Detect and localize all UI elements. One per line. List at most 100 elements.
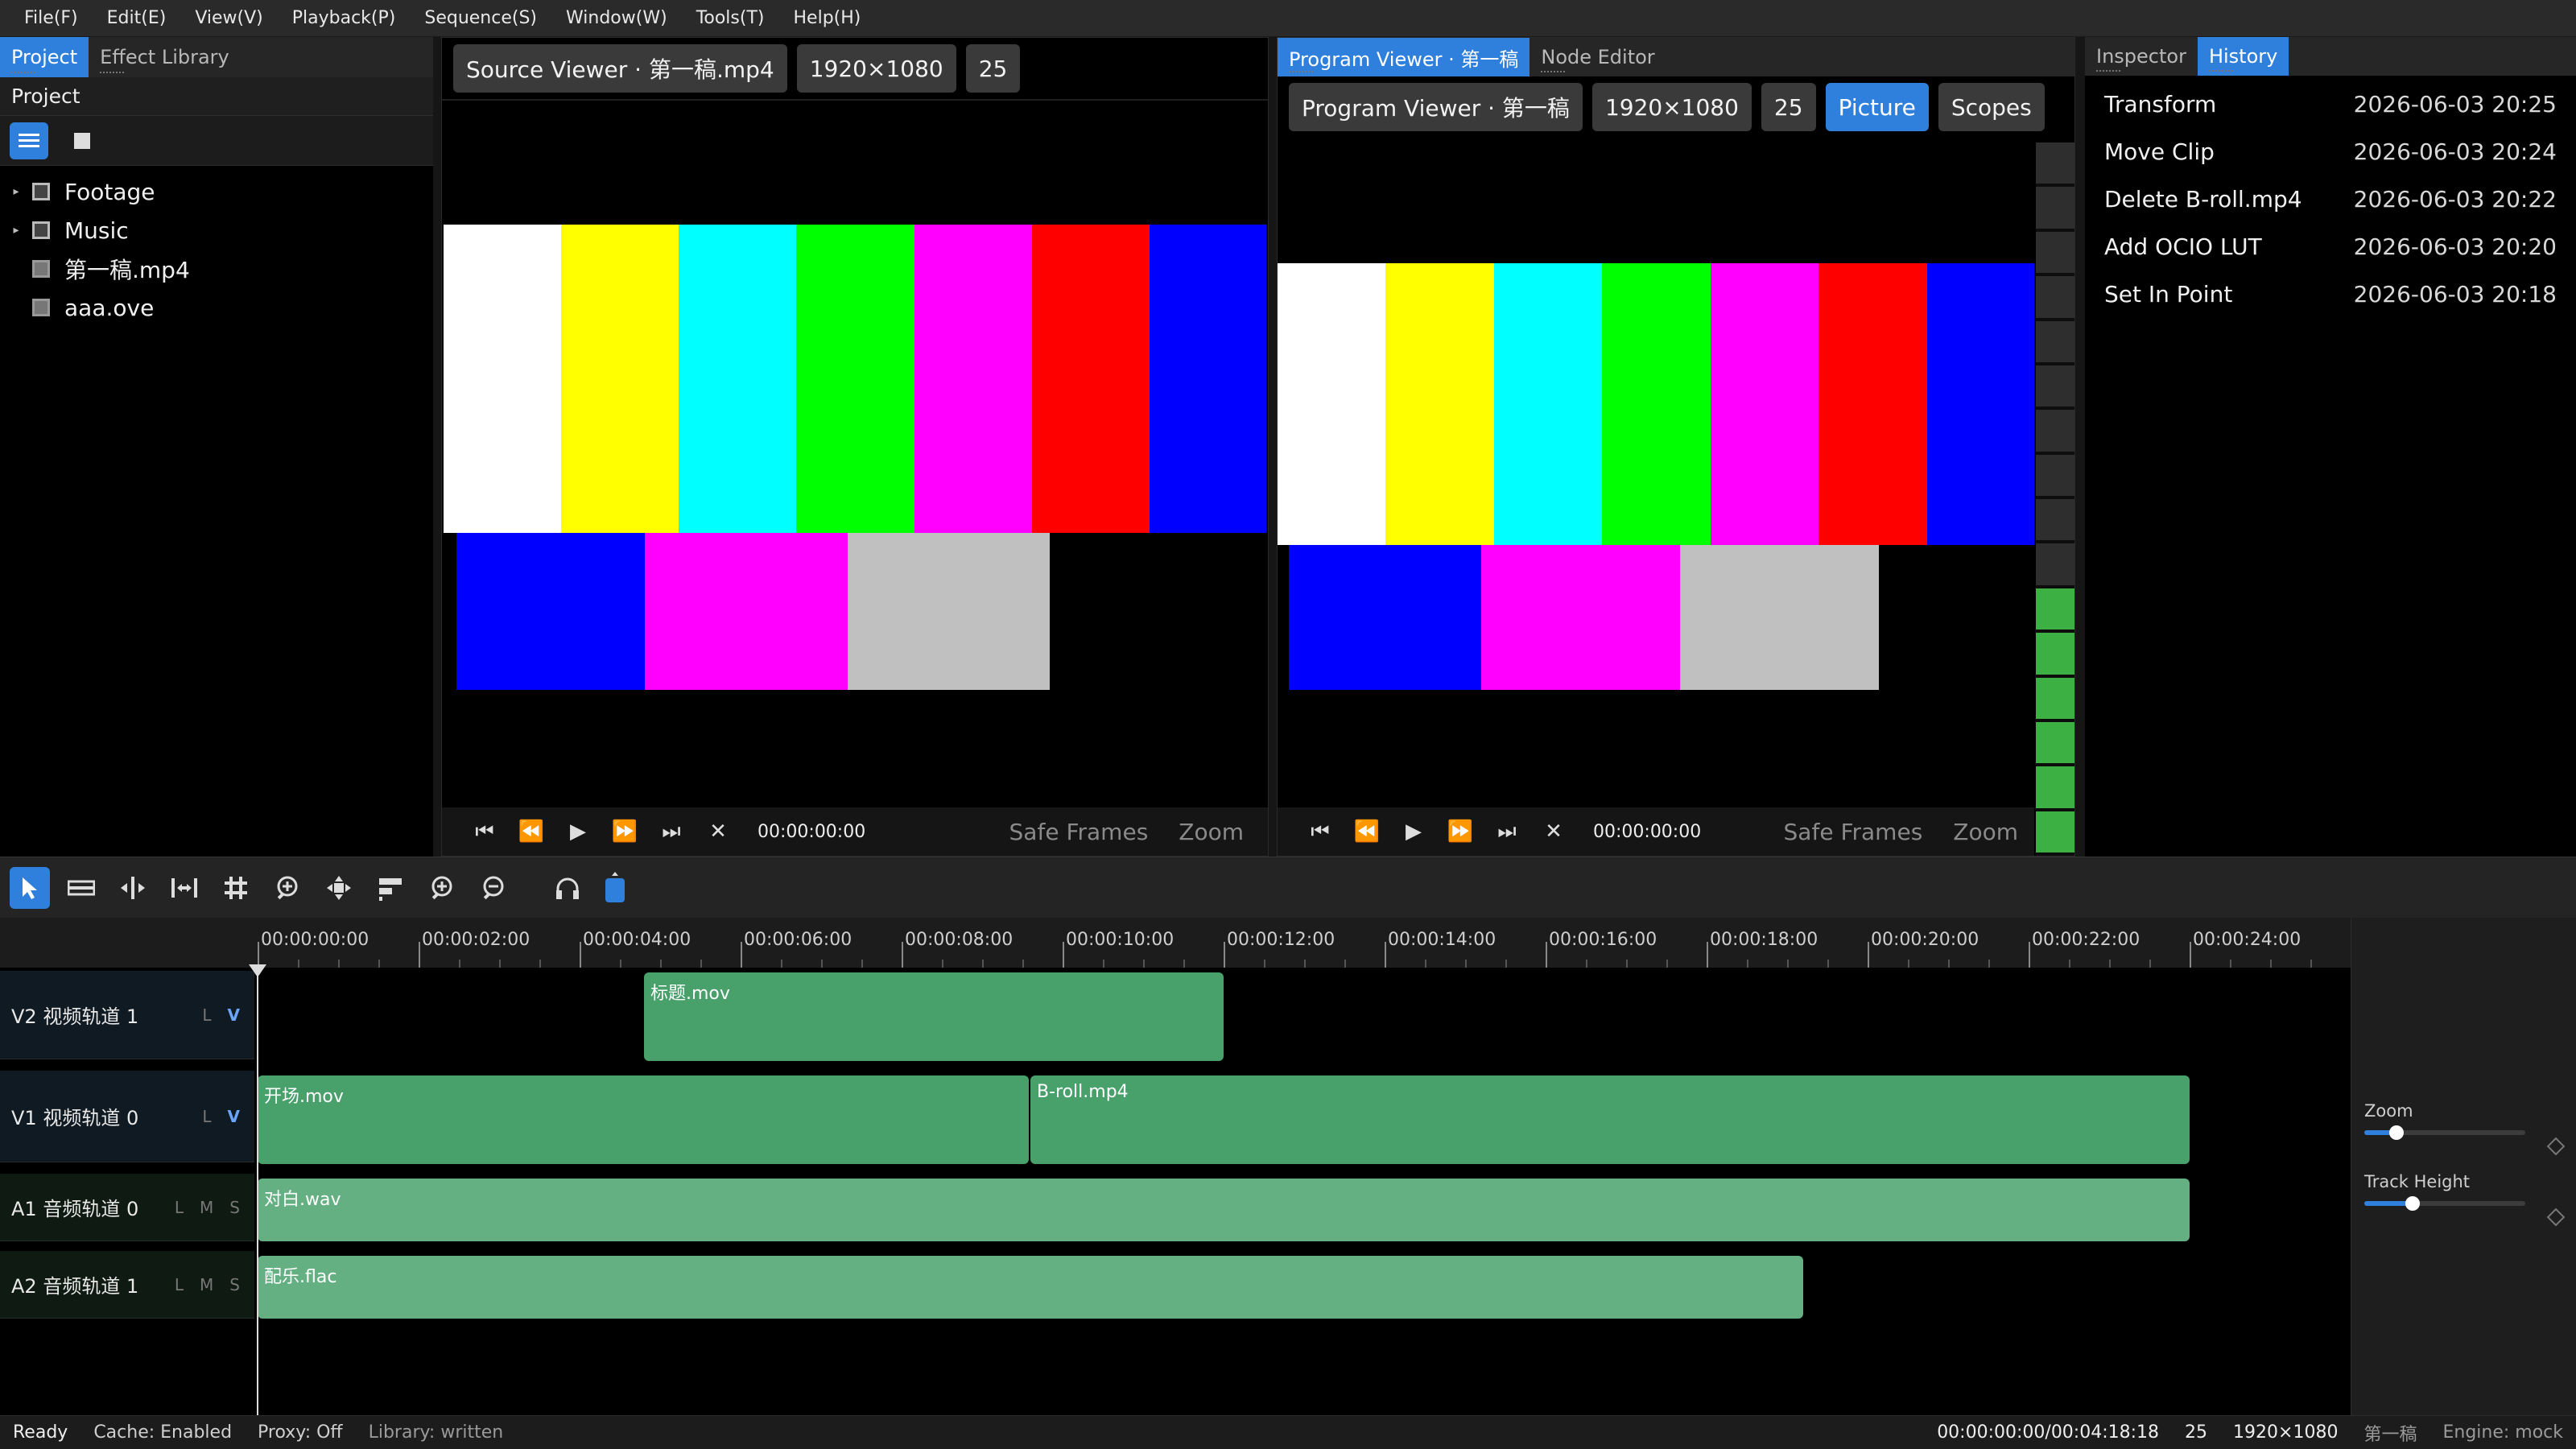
menu-edit[interactable]: Edit(E) — [107, 8, 167, 28]
program-viewer-header: Program Viewer · 第一稿 1920×1080 25 Pictur… — [1278, 76, 2074, 138]
track-header-a2[interactable]: A2 音频轨道 1 LMS — [0, 1251, 254, 1319]
move-tool[interactable] — [319, 867, 359, 909]
go-to-end-icon[interactable]: ⏭ — [648, 819, 695, 844]
tree-item-music[interactable]: ▸ Music — [0, 211, 433, 250]
menu-tools[interactable]: Tools(T) — [696, 8, 765, 28]
history-item[interactable]: Move Clip 2026-06-03 20:24 — [2085, 128, 2576, 175]
expand-arrow-icon[interactable]: ▸ — [0, 224, 32, 237]
ripple-tool[interactable] — [113, 867, 153, 909]
clip-opening-mov[interactable]: 开场.mov — [258, 1075, 1029, 1164]
play-icon[interactable]: ▶ — [1390, 819, 1437, 844]
keyframe-icon[interactable] — [2546, 1137, 2566, 1156]
tree-item-ove-file[interactable]: aaa.ove — [0, 288, 433, 327]
razor-tool[interactable] — [61, 867, 101, 909]
source-fps[interactable]: 25 — [965, 44, 1021, 93]
source-viewer-title[interactable]: Source Viewer · 第一稿.mp4 — [453, 44, 787, 93]
menu-window[interactable]: Window(W) — [566, 8, 667, 28]
fast-forward-icon[interactable]: ⏩ — [601, 819, 648, 844]
menu-playback[interactable]: Playback(P) — [292, 8, 396, 28]
program-viewer-title[interactable]: Program Viewer · 第一稿 — [1289, 83, 1583, 131]
mute-toggle[interactable]: M — [200, 1275, 213, 1294]
track-header-v2[interactable]: V2 视频轨道 1 LV — [0, 971, 254, 1059]
tab-history[interactable]: History — [2197, 37, 2289, 76]
tree-item-footage[interactable]: ▸ Footage — [0, 172, 433, 211]
align-tool[interactable] — [370, 867, 411, 909]
audio-monitor-button[interactable] — [547, 867, 588, 909]
picture-button[interactable]: Picture — [1825, 83, 1929, 131]
history-action: Move Clip — [2104, 138, 2215, 165]
rewind-icon[interactable]: ⏪ — [508, 819, 555, 844]
lock-toggle[interactable]: L — [202, 1107, 211, 1126]
history-time: 2026-06-03 20:20 — [2353, 233, 2557, 260]
history-time: 2026-06-03 20:18 — [2353, 281, 2557, 308]
go-to-start-icon[interactable]: ⏮ — [1297, 819, 1344, 844]
snap-tool[interactable] — [216, 867, 256, 909]
tree-label: Footage — [64, 178, 155, 205]
track-header-v1[interactable]: V1 视频轨道 0 LV — [0, 1071, 254, 1162]
color-bar — [1385, 263, 1494, 545]
scopes-button[interactable]: Scopes — [1938, 83, 2045, 131]
ruler-subtick — [1586, 960, 1587, 968]
clip-title-mov[interactable]: 标题.mov — [644, 972, 1224, 1061]
program-viewer: Program Viewer · 第一稿 Node Editor Program… — [1277, 37, 2075, 857]
zoom-control[interactable]: Zoom — [1953, 819, 2018, 845]
history-item[interactable]: Transform 2026-06-03 20:25 — [2085, 80, 2576, 128]
program-resolution[interactable]: 1920×1080 — [1591, 83, 1752, 131]
expand-arrow-icon[interactable]: ▸ — [0, 185, 32, 198]
play-icon[interactable]: ▶ — [555, 819, 601, 844]
tree-item-video-file[interactable]: 第一稿.mp4 — [0, 250, 433, 288]
clip-dialogue-wav[interactable]: 对白.wav — [258, 1179, 2190, 1241]
go-to-end-icon[interactable]: ⏭ — [1484, 819, 1530, 844]
zoom-in-tool[interactable] — [267, 867, 308, 909]
tab-effect-library[interactable]: Effect Library — [89, 37, 241, 77]
history-item[interactable]: Add OCIO LUT 2026-06-03 20:20 — [2085, 223, 2576, 270]
slip-tool[interactable] — [164, 867, 204, 909]
lock-toggle[interactable]: L — [202, 1005, 211, 1025]
lock-toggle[interactable]: L — [175, 1275, 184, 1294]
grid-view-button[interactable] — [63, 122, 101, 159]
fast-forward-icon[interactable]: ⏩ — [1437, 819, 1484, 844]
history-item[interactable]: Set In Point 2026-06-03 20:18 — [2085, 270, 2576, 318]
tab-program-viewer[interactable]: Program Viewer · 第一稿 — [1278, 38, 1530, 76]
close-icon[interactable]: ✕ — [695, 819, 741, 844]
menu-sequence[interactable]: Sequence(S) — [424, 8, 537, 28]
track-height-slider-handle[interactable] — [2405, 1196, 2420, 1211]
keyframe-icon[interactable] — [2546, 1208, 2566, 1227]
color-bar — [645, 533, 848, 690]
go-to-start-icon[interactable]: ⏮ — [461, 819, 508, 844]
timeline-zoom-out-button[interactable] — [473, 867, 514, 909]
clip-broll-mp4[interactable]: B-roll.mp4 — [1030, 1075, 2190, 1164]
history-item[interactable]: Delete B-roll.mp4 2026-06-03 20:22 — [2085, 175, 2576, 223]
close-icon[interactable]: ✕ — [1530, 819, 1577, 844]
ruler-subtick — [620, 960, 621, 968]
tab-inspector[interactable]: Inspector — [2085, 37, 2198, 76]
playhead-icon[interactable] — [249, 964, 266, 979]
lock-toggle[interactable]: L — [175, 1198, 184, 1217]
timeline-zoom-in-button[interactable] — [422, 867, 462, 909]
menu-help[interactable]: Help(H) — [794, 8, 861, 28]
tab-project[interactable]: Project — [0, 37, 89, 77]
zoom-slider-handle[interactable] — [2389, 1125, 2404, 1140]
mute-toggle[interactable]: M — [200, 1198, 213, 1217]
list-view-button[interactable] — [10, 122, 48, 159]
playhead-line[interactable] — [257, 968, 258, 1415]
solo-toggle[interactable]: S — [229, 1198, 240, 1217]
visibility-toggle[interactable]: V — [228, 1107, 240, 1126]
solo-toggle[interactable]: S — [229, 1275, 240, 1294]
zoom-control[interactable]: Zoom — [1179, 819, 1244, 845]
timeline-ruler[interactable]: 00:00:00:00 00:00:02:00 00:00:04:00 00:00:0… — [254, 918, 2351, 968]
safe-frames-toggle[interactable]: Safe Frames — [1784, 819, 1923, 845]
rewind-icon[interactable]: ⏪ — [1344, 819, 1390, 844]
marker-button[interactable] — [599, 867, 631, 909]
program-fps[interactable]: 25 — [1761, 83, 1816, 131]
tab-node-editor[interactable]: Node Editor — [1530, 38, 1666, 76]
track-header-a1[interactable]: A1 音频轨道 0 LMS — [0, 1174, 254, 1241]
source-resolution[interactable]: 1920×1080 — [796, 44, 956, 93]
visibility-toggle[interactable]: V — [228, 1005, 240, 1025]
select-tool[interactable] — [10, 866, 50, 909]
menu-view[interactable]: View(V) — [195, 8, 262, 28]
list-icon — [19, 133, 39, 147]
clip-music-flac[interactable]: 配乐.flac — [258, 1256, 1803, 1319]
safe-frames-toggle[interactable]: Safe Frames — [1009, 819, 1149, 845]
menu-file[interactable]: File(F) — [24, 8, 78, 28]
